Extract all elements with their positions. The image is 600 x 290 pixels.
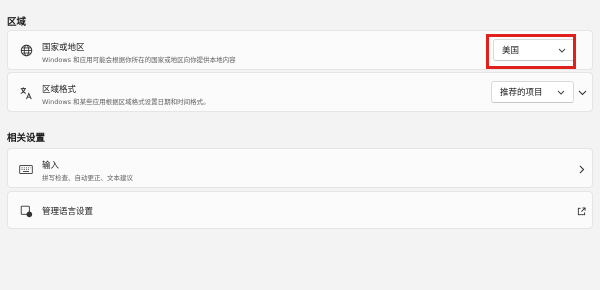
language-settings-card[interactable]: 管理语言设置 [7, 191, 593, 229]
external-link-icon [576, 206, 586, 216]
region-format-title: 区域格式 [42, 85, 77, 95]
input-title: 输入 [42, 161, 60, 171]
globe-icon [19, 43, 33, 57]
language-settings-title: 管理语言设置 [42, 207, 94, 217]
expand-chevron-icon[interactable] [577, 88, 587, 98]
chevron-right-icon [577, 164, 587, 174]
section-title-related: 相关设置 [7, 133, 46, 144]
input-card[interactable]: 输入 拼写检查、自动更正、文本建议 [7, 148, 593, 188]
country-region-value: 美国 [502, 46, 520, 56]
region-format-value: 推荐的项目 [500, 88, 543, 98]
region-format-subtitle: Windows 和某些应用根据区域格式设置日期和时间格式。 [42, 98, 210, 106]
input-subtitle: 拼写检查、自动更正、文本建议 [42, 174, 133, 182]
country-region-title: 国家或地区 [42, 43, 85, 53]
country-region-card: 国家或地区 Windows 和应用可能会根据你所在的国家或地区向你提供本地内容 … [7, 30, 593, 70]
region-format-icon [19, 86, 33, 100]
chevron-down-icon [558, 48, 566, 53]
country-region-subtitle: Windows 和应用可能会根据你所在的国家或地区向你提供本地内容 [42, 56, 236, 64]
region-format-card[interactable]: 区域格式 Windows 和某些应用根据区域格式设置日期和时间格式。 推荐的项目 [7, 72, 593, 112]
region-format-dropdown[interactable]: 推荐的项目 [491, 81, 574, 103]
language-settings-icon [19, 204, 33, 218]
section-title-region: 区域 [7, 17, 27, 28]
country-region-dropdown[interactable]: 美国 [493, 39, 575, 61]
chevron-down-icon [557, 90, 565, 95]
keyboard-icon [19, 162, 33, 176]
